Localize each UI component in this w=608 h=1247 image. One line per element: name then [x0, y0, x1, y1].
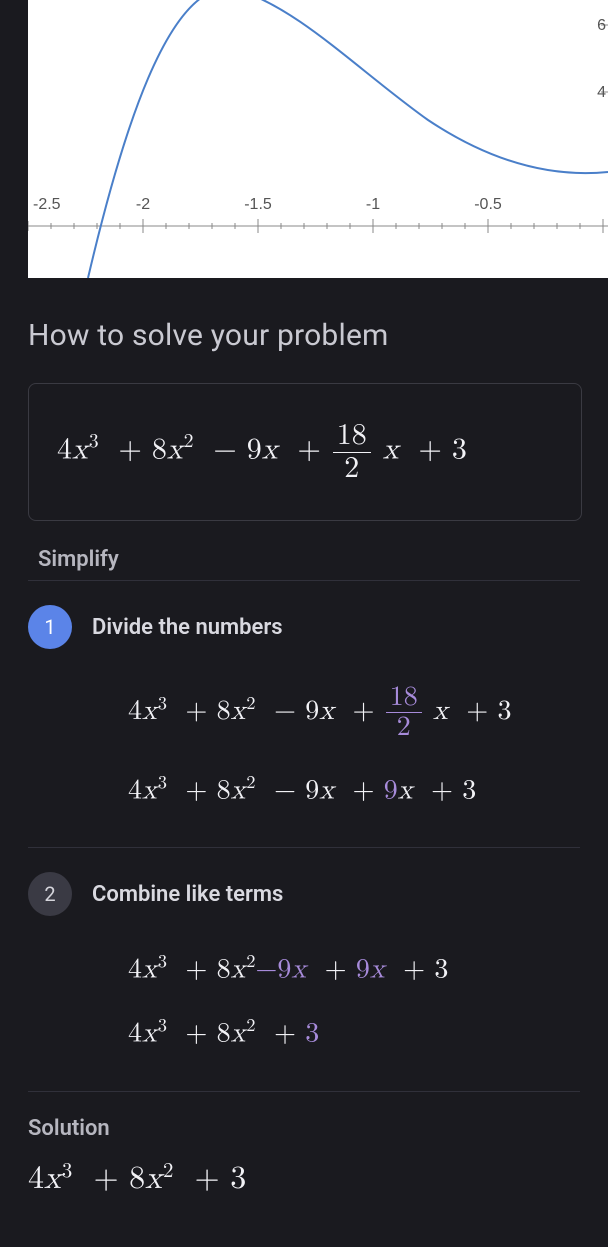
curve-path	[88, 0, 608, 278]
chart-canvas[interactable]: -2.5 -2 -1.5 -1 -0.5 6 4	[28, 0, 608, 278]
chart-panel: -2.5 -2 -1.5 -1 -0.5 6 4	[0, 0, 608, 278]
step-title-1: Divide the numbers	[92, 615, 283, 640]
step-2: 2 Combine like terms 4x3 + 8x2−9x + 9x +…	[28, 847, 580, 1091]
step-1-line-1: 4x3 + 8x2 − 9x + 182 x + 3	[128, 683, 580, 743]
x-tick-label: -2.5	[33, 196, 61, 214]
simplify-label: Simplify	[28, 521, 580, 580]
main-expression-box: 4x3 + 8x2 − 9x + 182 x + 3	[28, 383, 582, 521]
frac-num: 18	[333, 420, 371, 452]
y-tick-label: 6	[597, 17, 606, 35]
coef: 9	[247, 434, 262, 464]
solution-label: Solution	[28, 1091, 580, 1159]
step-2-line-1: 4x3 + 8x2−9x + 9x + 3	[128, 950, 580, 986]
main-expression: 4x3 + 8x2 − 9x + 182 x + 3	[57, 420, 553, 484]
step-badge-1[interactable]: 1	[28, 605, 72, 649]
section-heading: How to solve your problem	[28, 318, 580, 353]
frac-den: 2	[333, 452, 371, 485]
solution-expression: 4x3 + 8x2 + 3	[28, 1159, 580, 1199]
coef: 8	[152, 434, 167, 464]
step-1: 1 Divide the numbers 4x3 + 8x2 − 9x + 18…	[28, 580, 580, 847]
x-tick-label: -1	[366, 196, 380, 214]
x-tick-label: -0.5	[474, 196, 502, 214]
coef: 4	[57, 434, 72, 464]
x-tick-label: -2	[136, 196, 150, 214]
chart-svg	[28, 0, 608, 278]
fraction: 182	[331, 420, 373, 484]
step-badge-2[interactable]: 2	[28, 872, 72, 916]
solution-section: How to solve your problem 4x3 + 8x2 − 9x…	[0, 278, 608, 1198]
step-1-line-2: 4x3 + 8x2 − 9x + 9x + 3	[128, 771, 580, 807]
step-title-2: Combine like terms	[92, 882, 283, 907]
x-tick-label: -1.5	[244, 196, 272, 214]
const: 3	[452, 434, 467, 464]
step-2-line-2: 4x3 + 8x2 + 3	[128, 1014, 580, 1050]
y-tick-label: 4	[597, 84, 606, 102]
